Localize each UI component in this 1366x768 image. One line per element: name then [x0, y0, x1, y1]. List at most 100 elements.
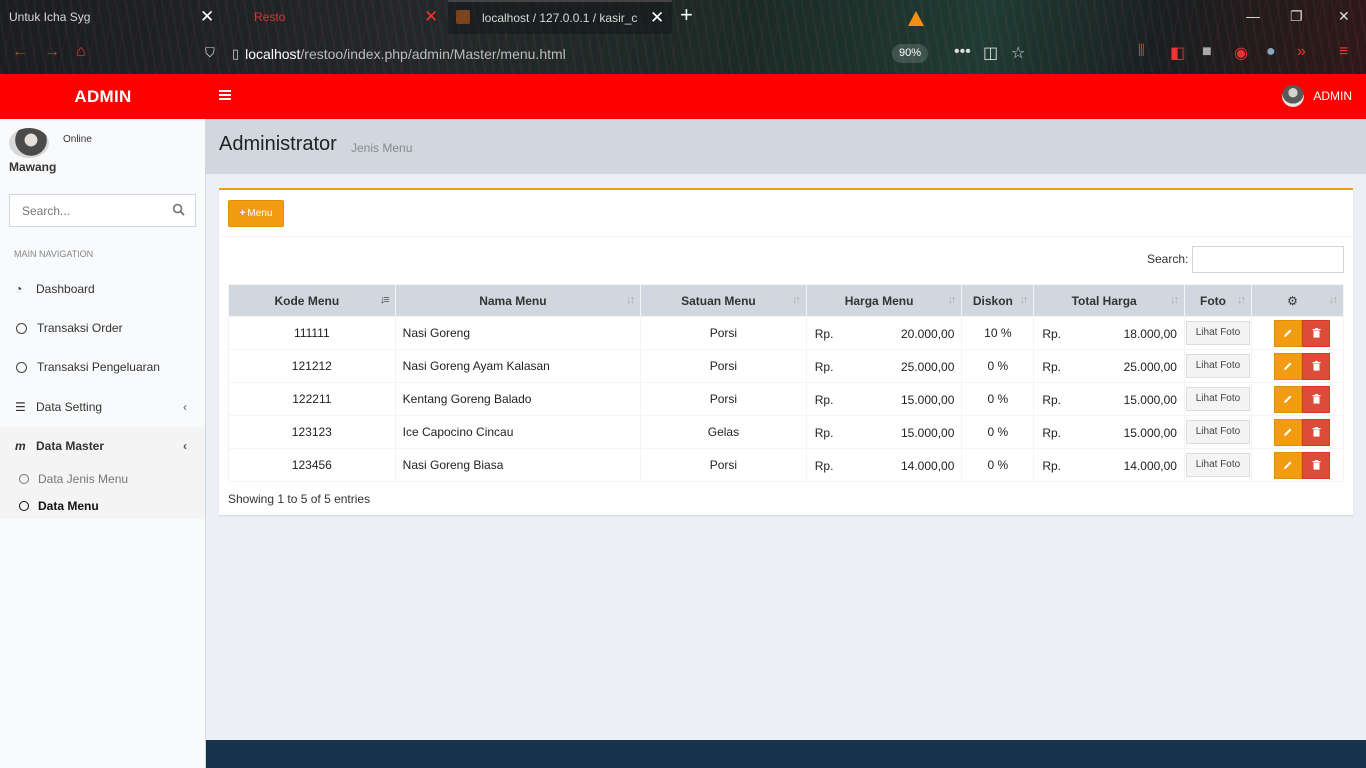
plus-icon: +	[239, 208, 246, 219]
circle-icon	[19, 501, 29, 511]
column-header-total[interactable]: Total Harga ↓↑	[1033, 284, 1185, 317]
search-icon[interactable]	[172, 203, 185, 216]
currency-label: Rp.	[814, 426, 834, 440]
column-label: Harga Menu	[844, 293, 914, 308]
tab-close-icon[interactable]: ✕	[650, 1, 664, 35]
sidebar-item-data-setting[interactable]: ☰ Data Setting ‹	[0, 388, 205, 426]
avatar	[9, 128, 49, 158]
extension-icon[interactable]: ●	[1266, 43, 1276, 61]
browser-chrome: Untuk Icha Syg ✕ Resto ✕ localhost / 127…	[0, 0, 1366, 74]
restore-icon[interactable]: ❐	[1290, 8, 1303, 25]
view-photo-button[interactable]: Lihat Foto	[1185, 387, 1250, 411]
table-search-input[interactable]	[1192, 246, 1344, 273]
sidebar-subitem-label: Data Jenis Menu	[38, 472, 129, 486]
box-header: + Menu	[219, 190, 1353, 237]
shield-icon[interactable]: ⛉	[205, 45, 215, 61]
sort-icon: ↓↑	[947, 294, 956, 306]
sidebar-subitem-data-jenis-menu[interactable]: Data Jenis Menu	[0, 467, 205, 491]
cell-foto: Lihat Foto	[1183, 415, 1252, 449]
edit-button[interactable]	[1274, 385, 1303, 413]
harga-value: 20.000,00	[901, 327, 955, 341]
tab-title: localhost / 127.0.0.1 / kasir_cof	[482, 11, 638, 25]
cell-satuan: Porsi	[640, 349, 807, 383]
column-header-actions[interactable]: ⚙ ↓↑	[1250, 284, 1345, 317]
browser-tab-2[interactable]: Resto ✕	[222, 0, 470, 34]
more-icon[interactable]: •••	[954, 43, 971, 61]
delete-button[interactable]	[1302, 319, 1331, 347]
action-group	[1259, 319, 1336, 347]
edit-button[interactable]	[1274, 451, 1303, 479]
home-icon[interactable]: ⌂	[76, 43, 86, 61]
tab-close-icon[interactable]: ✕	[424, 0, 438, 34]
menu-icon[interactable]: ≡	[1339, 43, 1348, 61]
column-header-nama[interactable]: Nama Menu ↓↑	[394, 284, 642, 317]
browser-tab-1[interactable]: Untuk Icha Syg ✕	[0, 0, 222, 34]
edit-button[interactable]	[1274, 319, 1303, 347]
sidebar-item-label: Transaksi Order	[37, 321, 123, 335]
menu-table: Kode Menu ↓≡ Nama Menu ↓↑ Satuan Menu ↓↑ Ha…	[228, 284, 1345, 482]
cell-harga: Rp. 20.000,00	[805, 316, 963, 350]
pencil-icon	[1283, 394, 1293, 404]
column-label: Nama Menu	[479, 293, 547, 308]
column-header-kode[interactable]: Kode Menu ↓≡	[228, 284, 396, 317]
cell-nama: Nasi Goreng	[394, 316, 642, 350]
tab-close-icon[interactable]: ✕	[200, 0, 214, 34]
column-label: Satuan Menu	[681, 293, 756, 308]
pocket-icon[interactable]: ◫	[983, 43, 998, 63]
delete-button[interactable]	[1302, 418, 1331, 446]
library-icon[interactable]: ⫴	[1138, 43, 1145, 61]
user-menu[interactable]: ADMIN	[1282, 85, 1352, 107]
bookmark-star-icon[interactable]: ☆	[1011, 43, 1025, 63]
account-icon[interactable]: ◉	[1234, 43, 1248, 63]
delete-button[interactable]	[1302, 385, 1331, 413]
sidebar-item-dashboard[interactable]: ◔ Dashboard	[0, 270, 205, 308]
browser-tab-3[interactable]: localhost / 127.0.0.1 / kasir_cof ✕	[448, 0, 924, 35]
cell-actions	[1250, 415, 1345, 449]
cell-total: Rp. 25.000,00	[1033, 349, 1185, 383]
currency-label: Rp.	[814, 393, 834, 407]
view-photo-button[interactable]: Lihat Foto	[1185, 453, 1250, 477]
view-photo-button[interactable]: Lihat Foto	[1185, 354, 1250, 378]
cell-nama: Nasi Goreng Biasa	[394, 448, 642, 482]
logo[interactable]: ADMIN	[0, 74, 206, 119]
harga-value: 15.000,00	[901, 393, 955, 407]
overflow-icon[interactable]: »	[1297, 43, 1306, 61]
view-photo-button[interactable]: Lihat Foto	[1185, 420, 1250, 444]
column-label: Total Harga	[1071, 293, 1137, 308]
sidebar-item-transaksi-order[interactable]: Transaksi Order	[0, 309, 205, 347]
column-header-harga[interactable]: Harga Menu ↓↑	[805, 284, 963, 317]
window-close-icon[interactable]: ✕	[1338, 8, 1350, 25]
sidebar-icon[interactable]: ◧	[1170, 43, 1185, 63]
column-header-satuan[interactable]: Satuan Menu ↓↑	[640, 284, 807, 317]
column-label: Diskon	[972, 293, 1013, 308]
forward-icon[interactable]: →	[44, 43, 60, 61]
sidebar-item-label: Data Setting	[36, 400, 103, 414]
sidebar-toggle-icon[interactable]	[219, 88, 231, 104]
add-menu-button[interactable]: + Menu	[228, 200, 284, 227]
delete-button[interactable]	[1302, 451, 1331, 479]
trash-icon	[1312, 460, 1321, 470]
content-header: Administrator Jenis Menu	[206, 119, 1366, 174]
edit-button[interactable]	[1274, 418, 1303, 446]
url-bar[interactable]: ▯ localhost/restoo/index.php/admin/Maste…	[232, 43, 566, 65]
cell-diskon: 0 %	[961, 415, 1035, 449]
sidebar-item-transaksi-pengeluaran[interactable]: Transaksi Pengeluaran	[0, 348, 205, 386]
column-header-foto[interactable]: Foto ↓↑	[1183, 284, 1252, 317]
extension-icon[interactable]: ■	[1202, 43, 1212, 61]
cell-diskon: 0 %	[961, 382, 1035, 416]
column-header-diskon[interactable]: Diskon ↓↑	[961, 284, 1035, 317]
back-icon[interactable]: ←	[12, 43, 28, 61]
pencil-icon	[1283, 361, 1293, 371]
edit-button[interactable]	[1274, 352, 1303, 380]
sidebar-item-data-master[interactable]: m Data Master ‹	[0, 427, 205, 465]
zoom-level[interactable]: 90%	[892, 44, 928, 63]
trash-icon	[1312, 361, 1321, 371]
delete-button[interactable]	[1302, 352, 1331, 380]
new-tab-icon[interactable]: +	[680, 2, 693, 28]
view-photo-button[interactable]: Lihat Foto	[1185, 321, 1250, 345]
search-input[interactable]	[10, 195, 160, 226]
minimize-icon[interactable]: —	[1246, 8, 1260, 24]
action-group	[1259, 385, 1336, 413]
trash-icon	[1312, 427, 1321, 437]
sidebar-subitem-data-menu[interactable]: Data Menu	[0, 494, 205, 518]
